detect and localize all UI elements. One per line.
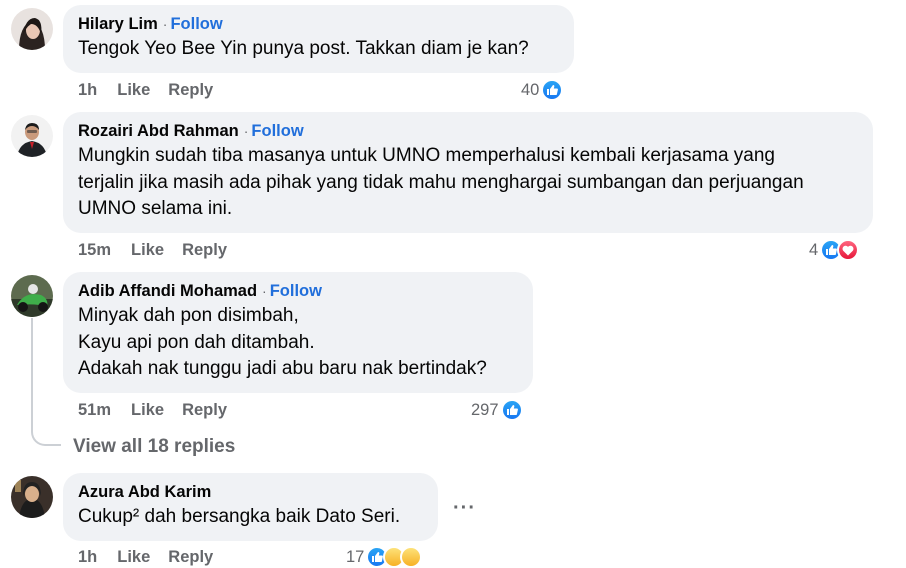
avatar[interactable] (11, 476, 53, 518)
comment-text-line: Adakah nak tunggu jadi abu baru nak bert… (78, 358, 487, 379)
comment-author-line: Hilary Lim · Follow (78, 14, 559, 34)
like-button[interactable]: Like (131, 241, 164, 259)
reaction-summary[interactable]: 297 (471, 399, 523, 421)
comment-actions: 1h Like Reply (78, 81, 231, 100)
comment-bubble: Rozairi Abd Rahman · Follow Mungkin sudah … (63, 112, 873, 233)
avatar[interactable] (11, 8, 53, 50)
comment-time[interactable]: 51m (78, 401, 111, 419)
separator-dot: · (162, 16, 168, 32)
comment-text-line: UMNO selama ini. (78, 198, 233, 219)
like-button[interactable]: Like (117, 548, 150, 566)
comment-time[interactable]: 1h (78, 548, 97, 566)
comment-text-line: Mungkin sudah tiba masanya untuk UMNO me… (78, 145, 775, 166)
follow-button[interactable]: Follow (251, 122, 303, 140)
reaction-count: 17 (346, 547, 365, 566)
like-button[interactable]: Like (131, 401, 164, 419)
comment-actions: 15m Like Reply (78, 241, 245, 260)
reply-thread-line (31, 318, 61, 446)
comment-time[interactable]: 1h (78, 81, 97, 99)
comment-bubble: Azura Abd Karim Cukup² dah bersangka bai… (63, 473, 438, 541)
more-options-button[interactable]: ··· (453, 497, 476, 520)
view-replies-link[interactable]: View all 18 replies (73, 436, 235, 458)
reaction-summary[interactable]: 17 (346, 546, 423, 568)
reaction-count: 297 (471, 400, 499, 419)
follow-button[interactable]: Follow (170, 15, 222, 33)
reaction-summary[interactable]: 40 (521, 79, 564, 101)
comment-text-line: Minyak dah pon disimbah, (78, 305, 299, 326)
comment-author-line: Adib Affandi Mohamad · Follow (78, 281, 518, 301)
avatar[interactable] (11, 275, 53, 317)
love-icon (837, 239, 860, 261)
author-name[interactable]: Rozairi Abd Rahman (78, 122, 239, 140)
author-name[interactable]: Hilary Lim (78, 15, 158, 33)
separator-dot: · (243, 123, 249, 139)
comment-text-line: terjalin jika masih ada pihak yang tidak… (78, 171, 804, 193)
reply-button[interactable]: Reply (182, 401, 227, 419)
avatar[interactable] (11, 115, 53, 157)
comment-bubble: Adib Affandi Mohamad · Follow Minyak dah p… (63, 272, 533, 393)
reaction-count: 4 (809, 240, 819, 259)
author-name[interactable]: Adib Affandi Mohamad (78, 282, 257, 300)
separator-dot: · (262, 283, 267, 299)
comment-author-line: Azura Abd Karim (78, 482, 423, 502)
reaction-summary[interactable]: 4 (809, 239, 860, 261)
comment-text-line: Cukup² dah bersangka baik Dato Seri. (78, 506, 401, 527)
reply-button[interactable]: Reply (168, 548, 213, 566)
like-button[interactable]: Like (117, 81, 150, 99)
reaction-count: 40 (521, 80, 540, 99)
comment-actions: 51m Like Reply (78, 401, 245, 420)
reply-button[interactable]: Reply (182, 241, 227, 259)
comment-bubble: Hilary Lim · Follow Tengok Yeo Bee Yin pun… (63, 5, 574, 73)
like-icon (500, 399, 523, 421)
comment-text-line: Kayu api pon dah ditambah. (78, 331, 315, 353)
comment-text-line: Tengok Yeo Bee Yin punya post. Takkan di… (78, 38, 529, 59)
like-icon (541, 79, 564, 101)
comment-time[interactable]: 15m (78, 241, 111, 259)
follow-button[interactable]: Follow (270, 282, 322, 300)
author-name[interactable]: Azura Abd Karim (78, 483, 211, 501)
comment-author-line: Rozairi Abd Rahman · Follow (78, 121, 858, 141)
haha-icon (400, 546, 423, 568)
reply-button[interactable]: Reply (168, 81, 213, 99)
